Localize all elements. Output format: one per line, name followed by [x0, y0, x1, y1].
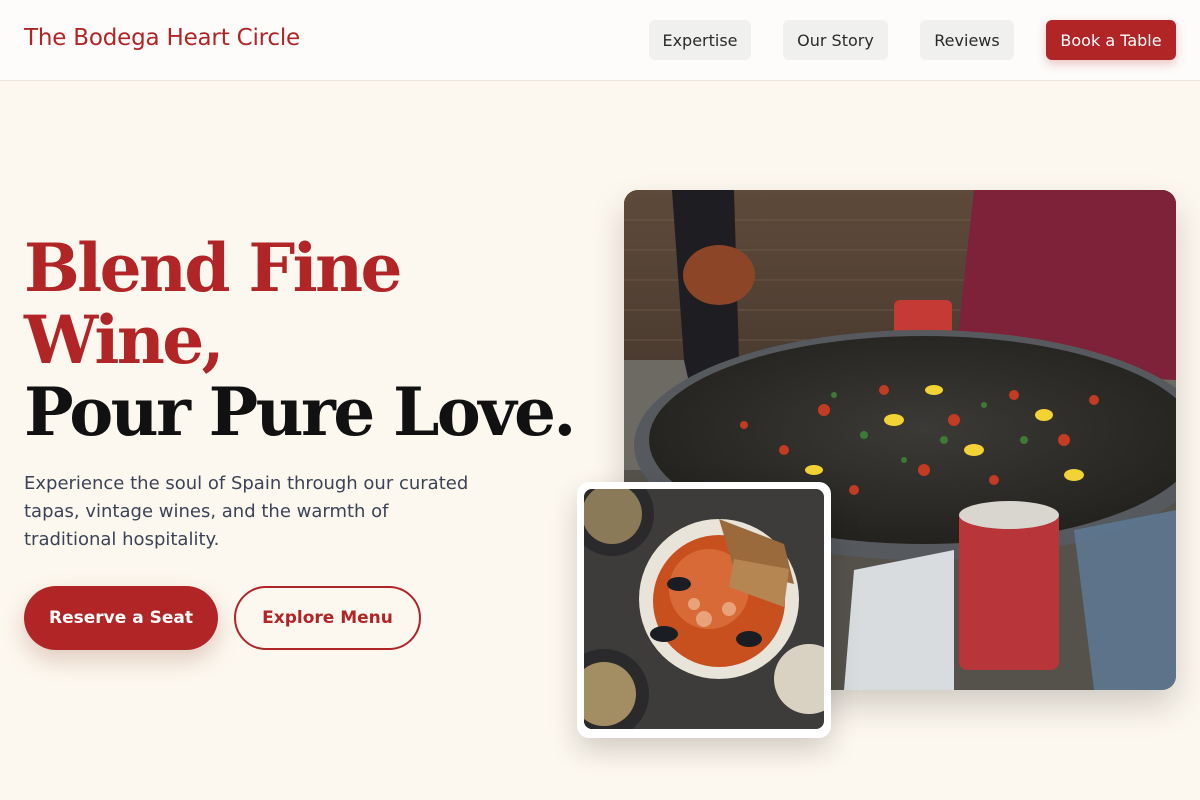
hero-lead-text: Experience the soul of Spain through our… [24, 473, 469, 550]
nav-reviews-button[interactable]: Reviews [920, 20, 1014, 60]
brand-logo-text[interactable]: The Bodega Heart Circle [24, 25, 300, 51]
explore-menu-button[interactable]: Explore Menu [234, 586, 421, 650]
nav-our-story-button[interactable]: Our Story [783, 20, 888, 60]
headline-line-3: Pour Pure Love. [24, 373, 576, 451]
book-a-table-button[interactable]: Book a Table [1046, 20, 1176, 60]
reserve-seat-button[interactable]: Reserve a Seat [24, 586, 218, 650]
headline-line-2: Wine, [24, 301, 225, 379]
headline-line-1: Blend Fine [24, 229, 402, 307]
seafood-stew-photo [584, 489, 824, 729]
hero-headline: Blend Fine Wine, Pour Pure Love. [24, 232, 604, 448]
nav-expertise-button[interactable]: Expertise [649, 20, 751, 60]
site-header: The Bodega Heart Circle Expertise Our St… [0, 0, 1200, 81]
seafood-photo-card [577, 482, 831, 738]
